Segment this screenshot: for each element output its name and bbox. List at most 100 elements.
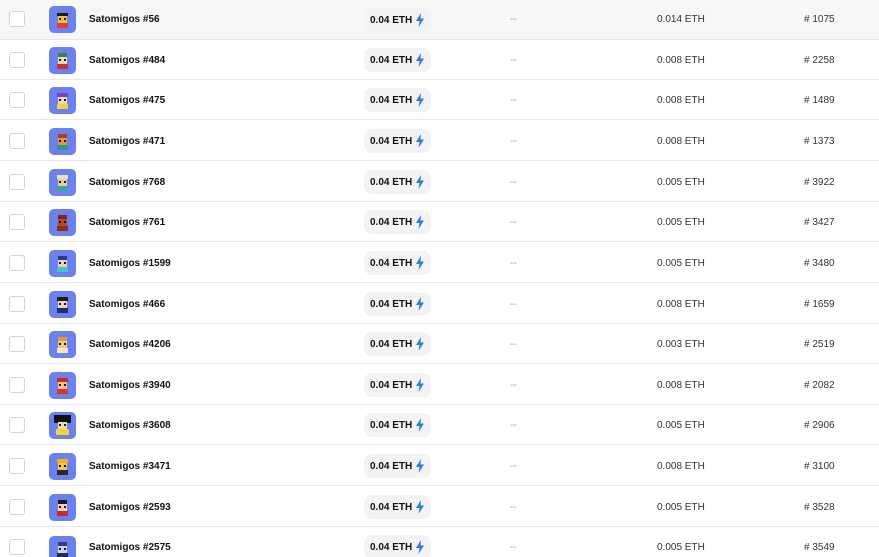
- lightning-bolt-icon: [416, 53, 425, 67]
- row-select-checkbox[interactable]: [9, 133, 25, 149]
- listing-price: 0.04 ETH: [370, 54, 413, 66]
- nft-name[interactable]: Satomigos #1599: [89, 258, 171, 269]
- nft-name[interactable]: Satomigos #484: [89, 55, 165, 66]
- last-sale-price: 0.005 ETH: [657, 420, 705, 431]
- nft-name[interactable]: Satomigos #3940: [89, 380, 171, 391]
- row-select-checkbox[interactable]: [9, 214, 25, 230]
- price-pill[interactable]: 0.04 ETH: [364, 535, 432, 557]
- nft-name[interactable]: Satomigos #471: [89, 136, 165, 147]
- price-pill[interactable]: 0.04 ETH: [364, 454, 432, 478]
- table-row[interactable]: Satomigos #768 0.04 ETH -- 0.005 ETH # 3…: [0, 162, 879, 202]
- table-row[interactable]: Satomigos #56 0.04 ETH -- 0.014 ETH # 10…: [0, 0, 879, 40]
- lightning-bolt-icon: [416, 256, 425, 270]
- nft-thumbnail[interactable]: [49, 169, 76, 196]
- table-row[interactable]: Satomigos #2575 0.04 ETH -- 0.005 ETH # …: [0, 527, 879, 557]
- table-row[interactable]: Satomigos #471 0.04 ETH -- 0.008 ETH # 1…: [0, 121, 879, 161]
- table-row[interactable]: Satomigos #761 0.04 ETH -- 0.005 ETH # 3…: [0, 202, 879, 242]
- row-select-checkbox[interactable]: [9, 377, 25, 393]
- lightning-bolt-icon: [416, 134, 425, 148]
- price-pill[interactable]: 0.04 ETH: [364, 210, 432, 234]
- table-row[interactable]: Satomigos #466 0.04 ETH -- 0.008 ETH # 1…: [0, 284, 879, 324]
- last-sale-price: 0.014 ETH: [657, 14, 705, 25]
- nft-thumbnail[interactable]: [49, 87, 76, 114]
- last-sale-price: 0.005 ETH: [657, 542, 705, 553]
- nft-thumbnail[interactable]: [49, 6, 76, 33]
- floor-difference: --: [510, 136, 517, 147]
- row-select-checkbox[interactable]: [9, 336, 25, 352]
- table-row[interactable]: Satomigos #4206 0.04 ETH -- 0.003 ETH # …: [0, 324, 879, 364]
- nft-name[interactable]: Satomigos #2593: [89, 502, 171, 513]
- price-pill[interactable]: 0.04 ETH: [364, 413, 432, 437]
- nft-name[interactable]: Satomigos #56: [89, 14, 160, 25]
- row-select-checkbox[interactable]: [9, 458, 25, 474]
- row-select-checkbox[interactable]: [9, 255, 25, 271]
- nft-name[interactable]: Satomigos #3608: [89, 420, 171, 431]
- nft-thumbnail[interactable]: [49, 453, 76, 480]
- row-select-checkbox[interactable]: [9, 417, 25, 433]
- nft-name[interactable]: Satomigos #466: [89, 299, 165, 310]
- table-row[interactable]: Satomigos #2593 0.04 ETH -- 0.005 ETH # …: [0, 487, 879, 527]
- floor-difference: --: [510, 299, 517, 310]
- row-select-checkbox[interactable]: [9, 11, 25, 27]
- price-pill[interactable]: 0.04 ETH: [364, 88, 432, 112]
- row-select-checkbox[interactable]: [9, 52, 25, 68]
- nft-thumbnail[interactable]: [49, 331, 76, 358]
- row-select-checkbox[interactable]: [9, 92, 25, 108]
- last-sale-price: 0.003 ETH: [657, 339, 705, 350]
- rarity-rank: # 1075: [804, 14, 835, 25]
- nft-name[interactable]: Satomigos #2575: [89, 542, 171, 553]
- price-pill[interactable]: 0.04 ETH: [364, 48, 432, 72]
- listing-price: 0.04 ETH: [370, 216, 413, 228]
- table-row[interactable]: Satomigos #484 0.04 ETH -- 0.008 ETH # 2…: [0, 40, 879, 80]
- rarity-rank: # 2519: [804, 339, 835, 350]
- rarity-rank: # 1373: [804, 136, 835, 147]
- table-row[interactable]: Satomigos #475 0.04 ETH -- 0.008 ETH # 1…: [0, 80, 879, 120]
- nft-thumbnail[interactable]: [49, 494, 76, 521]
- listing-price: 0.04 ETH: [370, 460, 413, 472]
- rarity-rank: # 3480: [804, 258, 835, 269]
- lightning-bolt-icon: [416, 418, 425, 432]
- nft-name[interactable]: Satomigos #475: [89, 95, 165, 106]
- listing-price: 0.04 ETH: [370, 379, 413, 391]
- last-sale-price: 0.005 ETH: [657, 258, 705, 269]
- table-row[interactable]: Satomigos #3608 0.04 ETH -- 0.005 ETH # …: [0, 405, 879, 445]
- table-row[interactable]: Satomigos #3471 0.04 ETH -- 0.008 ETH # …: [0, 446, 879, 486]
- nft-thumbnail[interactable]: [49, 536, 76, 557]
- table-row[interactable]: Satomigos #1599 0.04 ETH -- 0.005 ETH # …: [0, 243, 879, 283]
- row-select-checkbox[interactable]: [9, 296, 25, 312]
- nft-thumbnail[interactable]: [49, 47, 76, 74]
- price-pill[interactable]: 0.04 ETH: [364, 251, 432, 275]
- lightning-bolt-icon: [416, 297, 425, 311]
- listing-price: 0.04 ETH: [370, 176, 413, 188]
- lightning-bolt-icon: [416, 540, 425, 554]
- nft-name[interactable]: Satomigos #4206: [89, 339, 171, 350]
- nft-thumbnail[interactable]: [49, 128, 76, 155]
- floor-difference: --: [510, 461, 517, 472]
- nft-thumbnail[interactable]: [49, 209, 76, 236]
- price-pill[interactable]: 0.04 ETH: [364, 129, 432, 153]
- nft-listing-table: Satomigos #56 0.04 ETH -- 0.014 ETH # 10…: [0, 0, 879, 557]
- nft-thumbnail[interactable]: [49, 250, 76, 277]
- table-row[interactable]: Satomigos #3940 0.04 ETH -- 0.008 ETH # …: [0, 365, 879, 405]
- row-select-checkbox[interactable]: [9, 499, 25, 515]
- nft-thumbnail[interactable]: [49, 291, 76, 318]
- price-pill[interactable]: 0.04 ETH: [364, 332, 432, 356]
- nft-thumbnail[interactable]: [49, 372, 76, 399]
- last-sale-price: 0.008 ETH: [657, 299, 705, 310]
- lightning-bolt-icon: [416, 459, 425, 473]
- row-select-checkbox[interactable]: [9, 174, 25, 190]
- nft-name[interactable]: Satomigos #768: [89, 177, 165, 188]
- nft-name[interactable]: Satomigos #761: [89, 217, 165, 228]
- lightning-bolt-icon: [416, 378, 425, 392]
- price-pill[interactable]: 0.04 ETH: [364, 8, 432, 32]
- nft-name[interactable]: Satomigos #3471: [89, 461, 171, 472]
- price-pill[interactable]: 0.04 ETH: [364, 292, 432, 316]
- last-sale-price: 0.008 ETH: [657, 95, 705, 106]
- row-select-checkbox[interactable]: [9, 539, 25, 555]
- lightning-bolt-icon: [416, 93, 425, 107]
- nft-thumbnail[interactable]: [49, 412, 76, 439]
- price-pill[interactable]: 0.04 ETH: [364, 373, 432, 397]
- price-pill[interactable]: 0.04 ETH: [364, 170, 432, 194]
- price-pill[interactable]: 0.04 ETH: [364, 495, 432, 519]
- lightning-bolt-icon: [416, 337, 425, 351]
